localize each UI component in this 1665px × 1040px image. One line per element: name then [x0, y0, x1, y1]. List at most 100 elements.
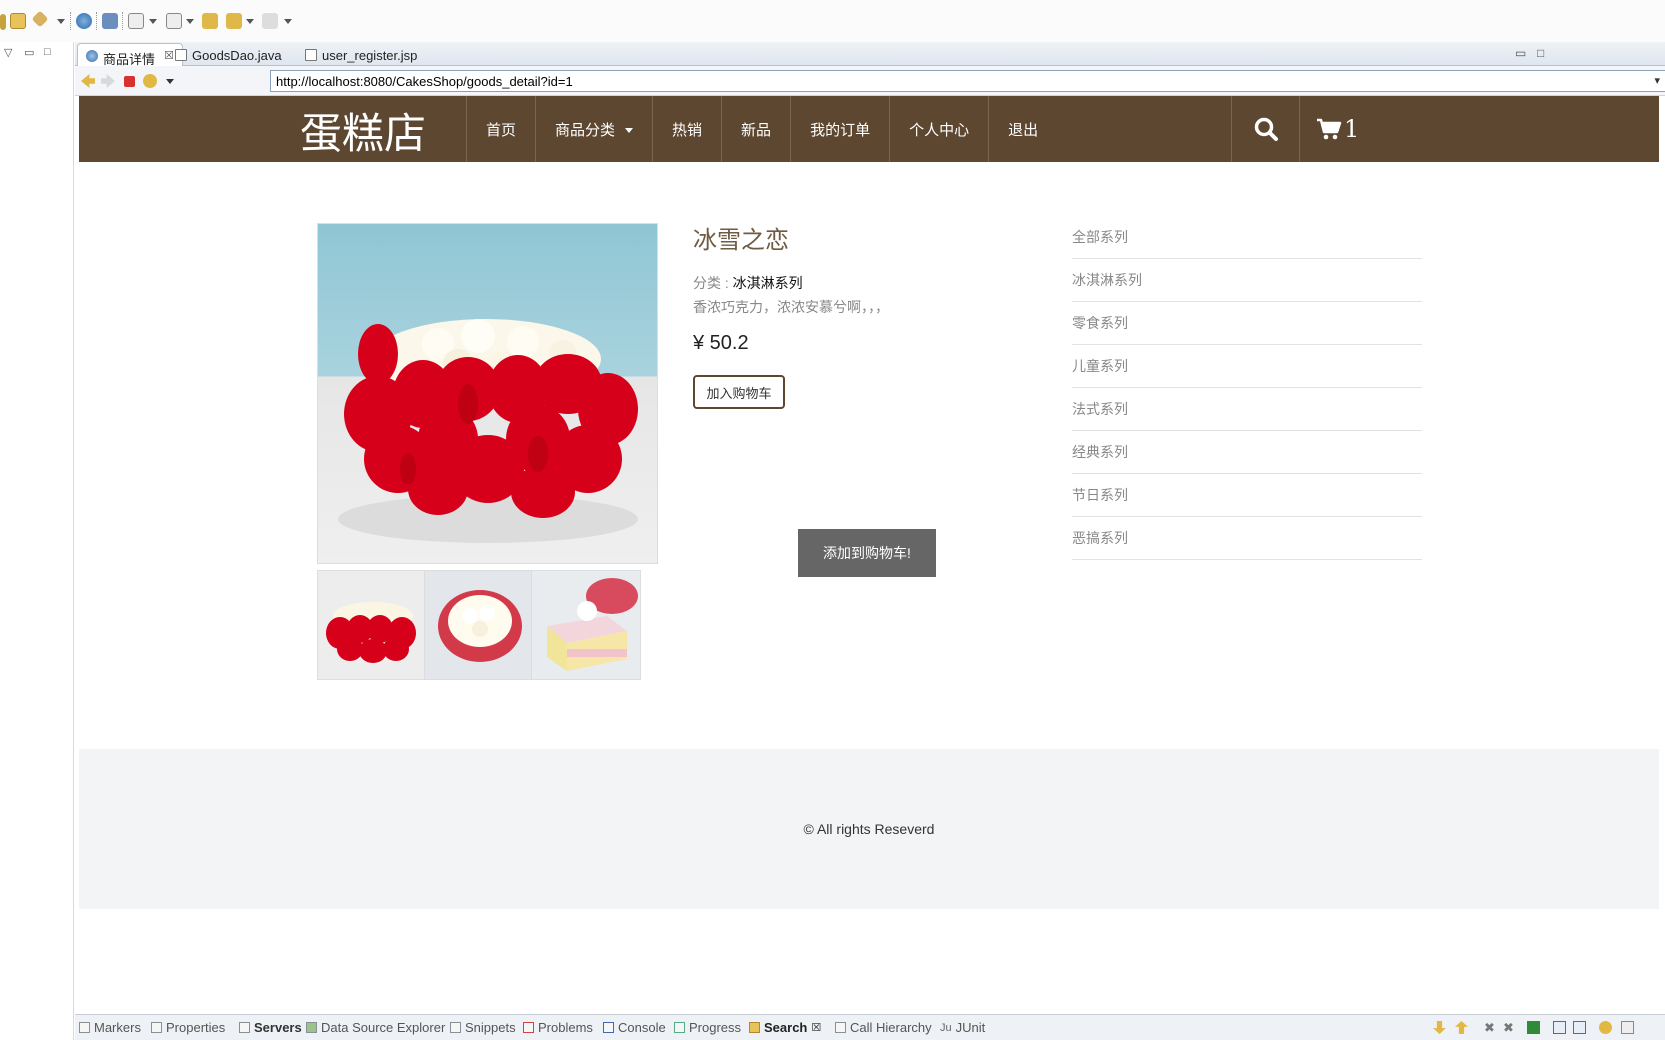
nav-user-center[interactable]: 个人中心 — [889, 96, 988, 162]
close-icon[interactable]: ☒ — [811, 1021, 821, 1034]
tab-goods-dao[interactable]: GoodsDao.java — [167, 43, 290, 66]
category-item-icecream[interactable]: 冰淇淋系列 — [1072, 259, 1422, 302]
cake-image — [338, 319, 638, 543]
category-item-all[interactable]: 全部系列 — [1072, 216, 1422, 259]
view-menu-icon[interactable] — [1621, 1021, 1634, 1034]
minimize-icon[interactable]: ▭ — [24, 46, 34, 59]
category-item-prank[interactable]: 恶搞系列 — [1072, 517, 1422, 560]
forward-icon[interactable] — [101, 74, 115, 88]
open-folder-icon[interactable] — [10, 13, 26, 29]
nav-new[interactable]: 新品 — [721, 96, 790, 162]
view-tab-problems[interactable]: Problems — [523, 1020, 593, 1035]
nav-categories[interactable]: 商品分类 — [535, 96, 652, 162]
chevron-down-icon[interactable] — [246, 19, 254, 24]
back-icon[interactable] — [226, 13, 242, 29]
search-button[interactable] — [1231, 96, 1299, 162]
maximize-icon[interactable]: □ — [1537, 46, 1544, 60]
view-tab-label: Properties — [166, 1020, 226, 1035]
product-price: ¥ 50.2 — [693, 332, 749, 354]
nav-label: 我的订单 — [810, 121, 871, 139]
forward-icon[interactable] — [262, 13, 278, 29]
previous-match-icon[interactable] — [1455, 1021, 1468, 1034]
expand-all-icon[interactable] — [1553, 1021, 1566, 1034]
nav-home[interactable]: 首页 — [466, 96, 535, 162]
nav-my-orders[interactable]: 我的订单 — [790, 96, 889, 162]
next-match-icon[interactable] — [1433, 1021, 1446, 1034]
maximize-icon[interactable]: □ — [44, 46, 51, 58]
category-item-french[interactable]: 法式系列 — [1072, 388, 1422, 431]
tab-label: user_register.jsp — [322, 48, 418, 63]
views-tab-bar: Markers Properties Servers Data Source E… — [75, 1014, 1665, 1040]
site-logo[interactable]: 蛋糕店 — [300, 100, 426, 161]
java-file-icon — [175, 49, 187, 61]
view-tab-markers[interactable]: Markers — [79, 1020, 141, 1035]
toolbar-separator — [70, 12, 71, 30]
view-tab-label: Data Source Explorer — [321, 1020, 446, 1035]
view-tab-label: JUnit — [955, 1020, 986, 1035]
progress-icon — [674, 1022, 685, 1033]
build-icon[interactable] — [31, 10, 49, 28]
category-item-holiday[interactable]: 节日系列 — [1072, 474, 1422, 517]
category-item-kids[interactable]: 儿童系列 — [1072, 345, 1422, 388]
url-input[interactable]: http://localhost:8080/CakesShop/goods_de… — [270, 70, 1665, 92]
chevron-down-icon[interactable] — [166, 79, 174, 84]
main-nav: 首页 商品分类 热销 新品 我的订单 个人中心 退出 — [466, 96, 1057, 162]
refresh-icon[interactable] — [1599, 1021, 1612, 1034]
globe-icon — [86, 50, 98, 62]
globe-icon[interactable] — [76, 13, 92, 29]
properties-icon — [151, 1022, 162, 1033]
back-icon[interactable] — [81, 74, 95, 88]
jsp-file-icon — [305, 49, 317, 61]
view-tab-servers[interactable]: Servers — [239, 1020, 302, 1035]
tab-user-register[interactable]: user_register.jsp — [297, 43, 425, 66]
chevron-down-icon[interactable] — [186, 19, 194, 24]
nav-label: 商品分类 — [555, 121, 616, 139]
view-tab-search[interactable]: Search ☒ — [749, 1020, 821, 1035]
snippets-icon — [450, 1022, 461, 1033]
stop-icon[interactable] — [124, 76, 135, 87]
copyright-text: © All rights Reseverd — [803, 821, 935, 837]
markers-icon — [79, 1022, 90, 1033]
category-item-classic[interactable]: 经典系列 — [1072, 431, 1422, 474]
view-tab-progress[interactable]: Progress — [674, 1020, 741, 1035]
view-tab-label: Search — [764, 1020, 808, 1035]
run-icon[interactable] — [0, 14, 6, 30]
cake-thumbnail-2 — [425, 571, 533, 679]
toolbar-separator — [122, 12, 123, 30]
minimize-icon[interactable]: ▭ — [1515, 46, 1526, 60]
nav-hot[interactable]: 热销 — [652, 96, 721, 162]
remove-all-matches-icon[interactable]: ✖ — [1503, 1021, 1516, 1034]
view-tab-label: Progress — [689, 1020, 742, 1035]
search-tool-icon[interactable] — [102, 13, 118, 29]
add-to-cart-button[interactable]: 加入购物车 — [693, 375, 785, 409]
view-tab-call-hierarchy[interactable]: Call Hierarchy — [835, 1020, 932, 1035]
junit-icon: Ju — [940, 1021, 952, 1034]
nav-logout[interactable]: 退出 — [988, 96, 1057, 162]
chevron-down-icon[interactable] — [57, 19, 65, 24]
last-edit-icon[interactable] — [202, 13, 218, 29]
chevron-down-icon[interactable] — [149, 19, 157, 24]
next-annotation-icon[interactable] — [128, 13, 144, 29]
category-item-snack[interactable]: 零食系列 — [1072, 302, 1422, 345]
view-tab-junit[interactable]: Ju JUnit — [940, 1020, 985, 1035]
cart-button[interactable]: 1 — [1299, 96, 1379, 162]
view-tab-properties[interactable]: Properties — [151, 1020, 225, 1035]
prev-annotation-icon[interactable] — [166, 13, 182, 29]
chevron-down-icon[interactable] — [284, 19, 292, 24]
collapse-all-icon[interactable] — [1573, 1021, 1586, 1034]
product-thumbnail[interactable] — [317, 570, 427, 680]
product-thumbnail[interactable] — [424, 570, 534, 680]
remove-match-icon[interactable]: ✖ — [1484, 1021, 1497, 1034]
view-menu-icon[interactable]: ▽ — [4, 46, 12, 59]
category-link[interactable]: 冰淇淋系列 — [733, 275, 803, 291]
run-search-icon[interactable] — [1527, 1021, 1540, 1034]
view-tab-data-source-explorer[interactable]: Data Source Explorer — [306, 1020, 445, 1035]
refresh-icon[interactable] — [143, 74, 157, 88]
view-tab-console[interactable]: Console — [603, 1020, 666, 1035]
product-thumbnail[interactable] — [531, 570, 641, 680]
browser-address-bar: http://localhost:8080/CakesShop/goods_de… — [75, 66, 1665, 96]
chevron-down-icon[interactable]: ▾ — [1654, 74, 1660, 87]
nav-label: 新品 — [741, 121, 772, 139]
view-tab-snippets[interactable]: Snippets — [450, 1020, 516, 1035]
view-tab-label: Snippets — [465, 1020, 516, 1035]
